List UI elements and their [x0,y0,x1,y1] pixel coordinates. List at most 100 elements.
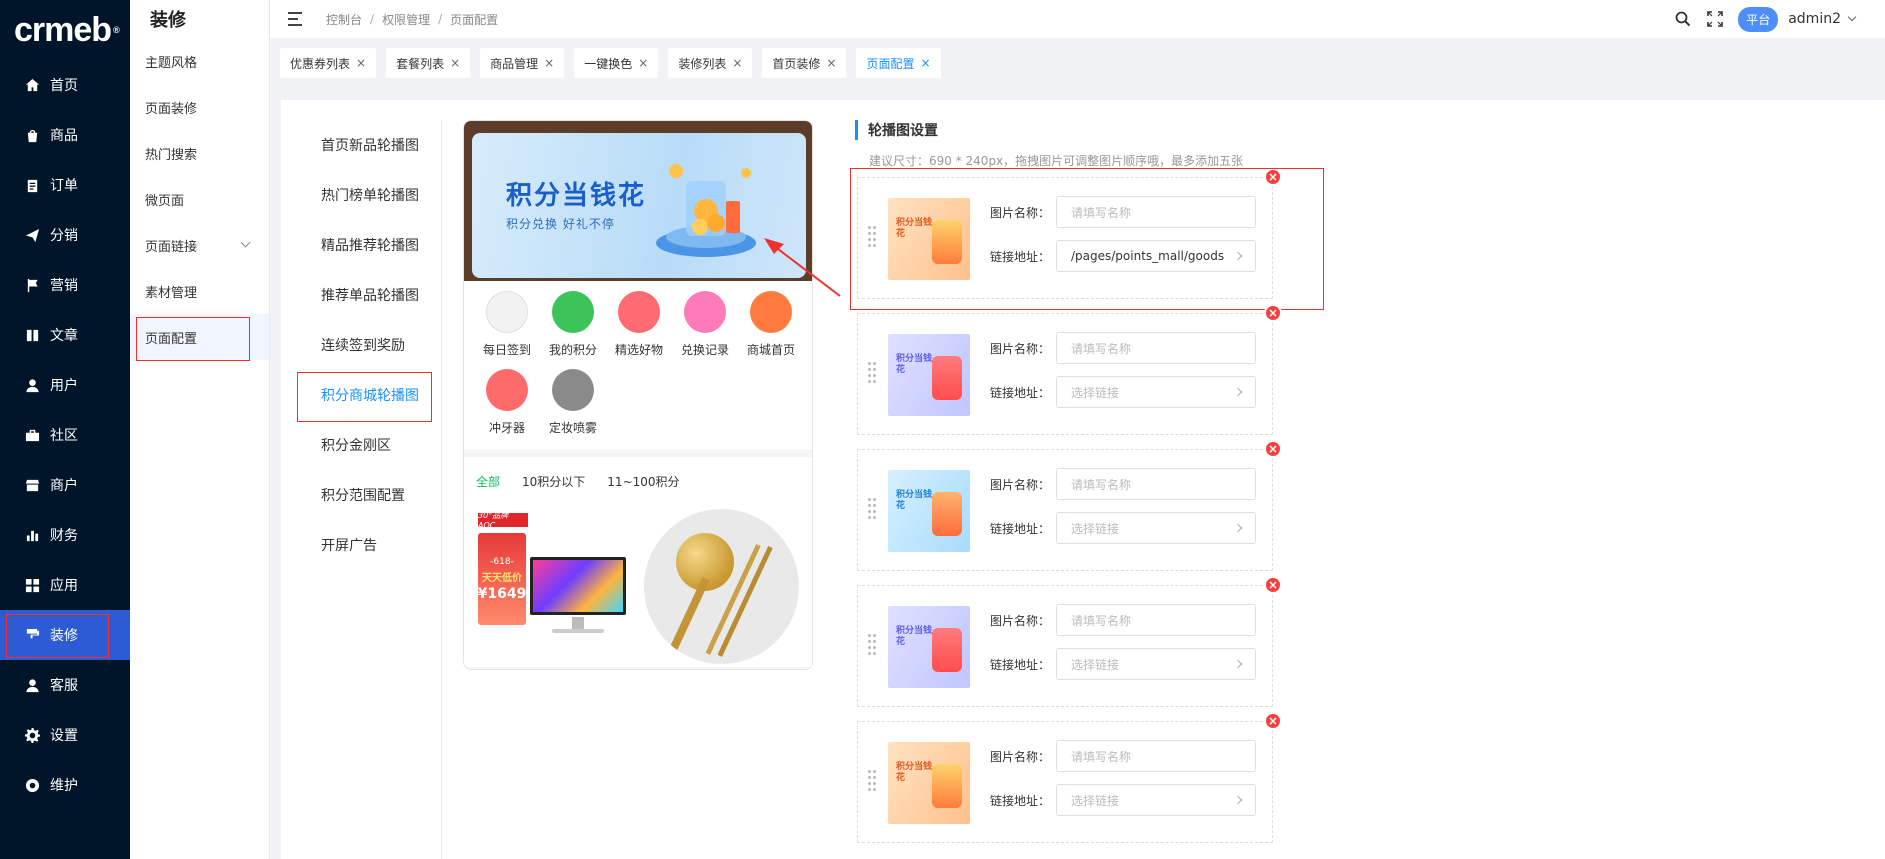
settings-title: 轮播图设置 [855,120,1755,140]
name-input[interactable]: 请填写名称 [1056,332,1256,364]
slide-thumbnail[interactable]: 积分当钱花 [888,742,970,824]
slide-item[interactable]: 积分当钱花 图片名称： 请填写名称 链接地址： 选择链接 × [857,304,1282,435]
platform-button[interactable]: 平台 [1738,6,1779,32]
close-icon[interactable]: × [450,56,460,70]
drag-handle-icon[interactable] [868,362,878,384]
name-input[interactable]: 请填写名称 [1056,468,1256,500]
close-icon[interactable]: × [544,56,554,70]
slide-thumbnail[interactable]: 积分当钱花 [888,606,970,688]
nav-item-paper-plane[interactable]: 分销 [0,210,130,260]
link-select[interactable]: 选择链接 [1056,784,1256,816]
config-item-8[interactable]: 开屏广告 [281,520,441,570]
nav-item-wrench[interactable]: 维护 [0,760,130,810]
close-icon[interactable]: × [732,56,742,70]
breadcrumb-item[interactable]: 控制台 [326,11,362,28]
coin-illustration-icon [656,164,756,257]
tab-1[interactable]: 套餐列表 × [386,48,471,78]
config-item-3[interactable]: 推荐单品轮播图 [281,270,441,320]
nav-item-store[interactable]: 商户 [0,460,130,510]
breadcrumb-item[interactable]: 页面配置 [450,11,498,28]
nav-item-clipboard[interactable]: 订单 [0,160,130,210]
slide-item[interactable]: 积分当钱花 图片名称： 请填写名称 链接地址： /pages/points_mall/g… [850,168,1324,310]
slide-item[interactable]: 积分当钱花 图片名称： 请填写名称 链接地址： 选择链接 × [857,440,1282,571]
menu-toggle-icon[interactable] [288,12,306,26]
name-placeholder: 请填写名称 [1071,477,1132,492]
banner-subtitle: 积分兑换 好礼不停 [506,217,615,231]
tab-4[interactable]: 装修列表 × [668,48,753,78]
nav-item-user[interactable]: 用户 [0,360,130,410]
slide-list: 积分当钱花 图片名称： 请填写名称 链接地址：/pages/points_mall/g… [850,168,1755,843]
preview-icon-label: 冲牙器 [488,421,525,435]
name-input[interactable]: 请填写名称 [1056,740,1256,772]
delete-slide-button[interactable]: × [1264,712,1282,730]
tab-0[interactable]: 优惠券列表 × [280,48,377,78]
nav-item-book[interactable]: 文章 [0,310,130,360]
user-menu[interactable]: admin2 [1788,11,1857,27]
tab-3[interactable]: 一键换色 × [574,48,659,78]
subnav-item-6[interactable]: 页面配置 [130,314,269,361]
tab-6[interactable]: 页面配置 × [856,48,941,78]
subnav-item-5[interactable]: 素材管理 [130,268,269,314]
config-item-4[interactable]: 连续签到奖励 [281,320,441,370]
nav-item-briefcase[interactable]: 社区 [0,410,130,460]
subnav-item-0[interactable]: 主题风格 [130,38,269,84]
delete-slide-button[interactable]: × [1264,168,1282,186]
fullscreen-icon[interactable] [1706,10,1724,28]
nav-item-shopping-bag[interactable]: 商品 [0,110,130,160]
nav-item-gear[interactable]: 设置 [0,710,130,760]
nav-item-paint-roller[interactable]: 装修 [0,610,130,660]
config-item-0[interactable]: 首页新品轮播图 [281,120,441,170]
name-input[interactable]: 请填写名称 [1056,196,1256,228]
logo[interactable]: crmeb ® [0,0,130,60]
tab-5[interactable]: 首页装修 × [762,48,847,78]
nav-item-home[interactable]: 首页 [0,60,130,110]
subnav-item-1[interactable]: 页面装修 [130,84,269,130]
config-item-6[interactable]: 积分金刚区 [281,420,441,470]
subnav-item-3[interactable]: 微页面 [130,176,269,222]
home-icon [24,77,40,93]
name-input[interactable]: 请填写名称 [1056,604,1256,636]
name-label: 图片名称： [990,477,1051,492]
config-item-7[interactable]: 积分范围配置 [281,470,441,520]
nav-item-flag[interactable]: 营销 [0,260,130,310]
drag-handle-icon[interactable] [868,226,878,248]
close-icon[interactable]: × [920,56,930,70]
carousel-settings: 轮播图设置 建议尺寸：690 * 240px，拖拽图片可调整图片顺序哦，最多添加… [850,120,1755,857]
drag-handle-icon[interactable] [868,498,878,520]
close-icon[interactable]: × [638,56,648,70]
delete-slide-button[interactable]: × [1264,440,1282,458]
thumbnail-text: 积分当钱花 [896,490,933,511]
name-label: 图片名称： [990,341,1051,356]
slide-thumbnail[interactable]: 积分当钱花 [888,334,970,416]
briefcase-icon [24,427,40,443]
tab-label: 首页装修 [772,56,821,71]
link-select[interactable]: 选择链接 [1056,648,1256,680]
spoon-product-image [644,509,799,664]
subnav-item-4[interactable]: 页面链接 [130,222,269,268]
link-select[interactable]: 选择链接 [1056,512,1256,544]
drag-handle-icon[interactable] [868,770,878,792]
apps-icon [24,577,40,593]
config-item-2[interactable]: 精品推荐轮播图 [281,220,441,270]
tab-2[interactable]: 商品管理 × [480,48,565,78]
nav-item-headset[interactable]: 客服 [0,660,130,710]
tab-label: 装修列表 [678,56,727,71]
search-icon[interactable] [1674,10,1692,28]
delete-slide-button[interactable]: × [1264,304,1282,322]
slide-thumbnail[interactable]: 积分当钱花 [888,198,970,280]
link-select[interactable]: /pages/points_mall/goods [1056,240,1256,272]
close-icon[interactable]: × [826,56,836,70]
nav-item-apps[interactable]: 应用 [0,560,130,610]
slide-thumbnail[interactable]: 积分当钱花 [888,470,970,552]
slide-item[interactable]: 积分当钱花 图片名称： 请填写名称 链接地址： 选择链接 × [857,712,1282,843]
close-icon[interactable]: × [356,56,366,70]
drag-handle-icon[interactable] [868,634,878,656]
slide-item[interactable]: 积分当钱花 图片名称： 请填写名称 链接地址： 选择链接 × [857,576,1282,707]
breadcrumb-item[interactable]: 权限管理 [382,11,430,28]
nav-item-bar-chart[interactable]: 财务 [0,510,130,560]
link-select[interactable]: 选择链接 [1056,376,1256,408]
config-item-1[interactable]: 热门榜单轮播图 [281,170,441,220]
subnav-item-2[interactable]: 热门搜索 [130,130,269,176]
config-item-5[interactable]: 积分商城轮播图 [281,370,441,422]
delete-slide-button[interactable]: × [1264,576,1282,594]
